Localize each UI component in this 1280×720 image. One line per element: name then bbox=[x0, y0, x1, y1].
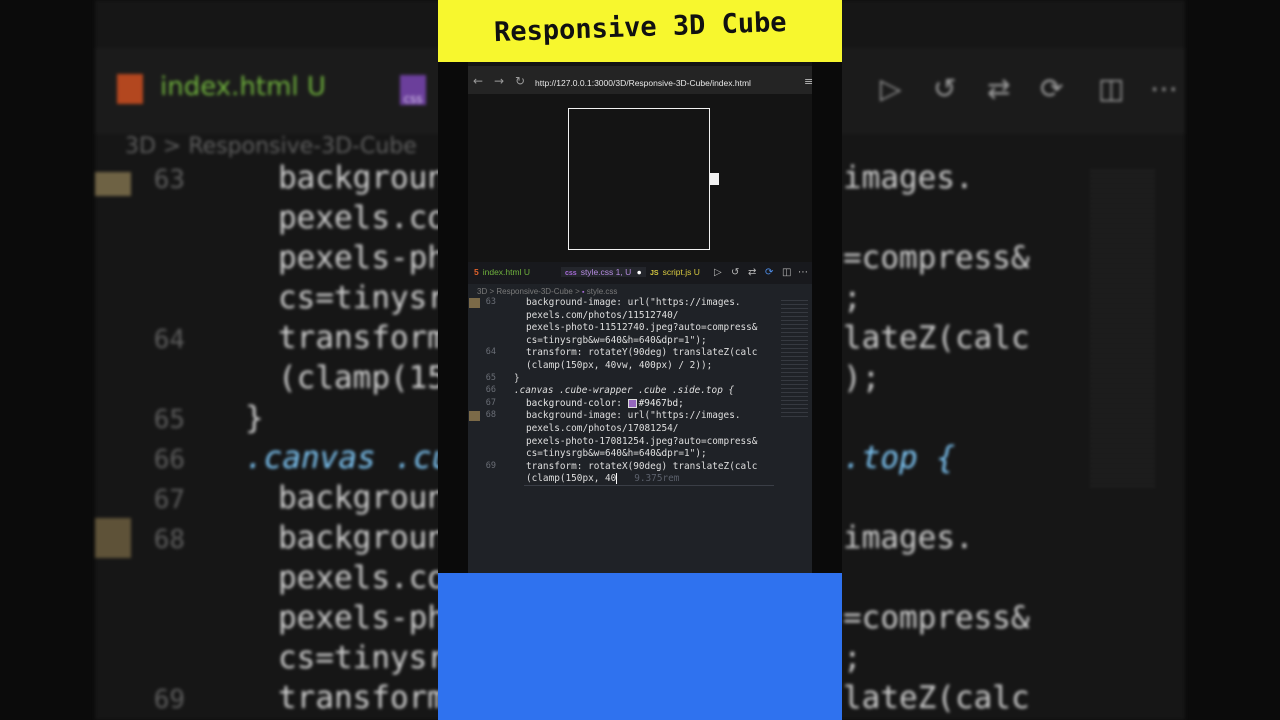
background-code-right: images. bbox=[843, 160, 974, 196]
background-code-line: pexels-ph bbox=[278, 600, 446, 636]
html5-icon: 5 bbox=[474, 267, 479, 277]
git-compare-icon[interactable]: ⇄ bbox=[748, 267, 756, 278]
background-code-line: 66 .canvas .cu bbox=[153, 440, 451, 476]
more-icon: ⋯ bbox=[1150, 72, 1178, 105]
code-editor: 5 index.html U css style.css 1, U ● JS scri… bbox=[468, 262, 812, 573]
background-code-line: 67 backgroun bbox=[153, 480, 446, 516]
unsaved-dot-icon: ● bbox=[636, 267, 642, 277]
bottom-blue-block bbox=[438, 573, 842, 720]
color-swatch[interactable] bbox=[627, 398, 637, 408]
browser-window: ← → ↻ http://127.0.0.1:3000/3D/Responsiv… bbox=[468, 62, 813, 262]
side-spacer bbox=[438, 62, 468, 573]
background-code-line: (clamp(15 bbox=[278, 360, 446, 396]
background-code-line: pexels.co bbox=[278, 200, 446, 236]
sync-icon: ⟳ bbox=[1040, 72, 1064, 105]
history-icon[interactable]: ↺ bbox=[731, 267, 739, 278]
css-icon: ▪ bbox=[582, 289, 585, 296]
tab-label: style.css bbox=[580, 267, 614, 277]
reload-icon[interactable]: ↻ bbox=[515, 74, 525, 88]
breadcrumb-item[interactable]: 3D bbox=[477, 287, 487, 296]
background-breadcrumb: 3D > Responsive-3D-Cube bbox=[125, 134, 417, 159]
background-code-right: ; bbox=[843, 280, 862, 316]
cube-canvas bbox=[568, 108, 710, 250]
html5-icon bbox=[117, 74, 143, 104]
background-code-line: 69 transform bbox=[153, 680, 446, 716]
background-code-line: pexels.co bbox=[278, 560, 446, 596]
tab-style-css[interactable]: css style.css 1, U ● bbox=[561, 267, 646, 277]
background-tab-label: index.html U bbox=[160, 72, 326, 102]
current-line-underline bbox=[524, 483, 774, 486]
background-code-right: images. bbox=[843, 520, 974, 556]
split-editor-icon[interactable]: ◫ bbox=[782, 267, 791, 278]
title-banner: Responsive 3D Cube bbox=[438, 0, 842, 62]
minimap bbox=[781, 300, 808, 420]
side-spacer bbox=[812, 62, 842, 573]
address-bar: ← → ↻ http://127.0.0.1:3000/3D/Responsiv… bbox=[468, 66, 813, 94]
breadcrumb-item[interactable]: Responsive-3D-Cube bbox=[496, 287, 572, 296]
background-code-right: =compress& bbox=[843, 240, 1030, 276]
split-editor-icon: ◫ bbox=[1098, 72, 1125, 105]
more-icon[interactable]: ⋯ bbox=[798, 267, 808, 278]
breadcrumb: 3D > Responsive-3D-Cube > ▪ style.css bbox=[477, 287, 617, 296]
sync-icon[interactable]: ⟳ bbox=[765, 267, 773, 278]
background-code-line: 68 backgroun bbox=[153, 520, 446, 556]
editor-tab-bar: 5 index.html U css style.css 1, U ● JS scri… bbox=[468, 262, 812, 284]
background-code-line: cs=tinysr bbox=[278, 280, 446, 316]
video-title: Responsive 3D Cube bbox=[493, 6, 787, 49]
background-code-line: 63 backgroun bbox=[153, 160, 446, 196]
minimap bbox=[1090, 170, 1155, 490]
chevron-right-icon: > bbox=[575, 287, 580, 296]
play-icon[interactable]: ▷ bbox=[714, 267, 722, 278]
background-code-right: .top { bbox=[843, 440, 955, 476]
background-code-right: lateZ(calc bbox=[843, 680, 1030, 716]
background-code-line: cs=tinysr bbox=[278, 640, 446, 676]
git-compare-icon: ⇄ bbox=[987, 72, 1011, 105]
tab-label: script.js bbox=[662, 267, 692, 277]
arrow-right-icon[interactable]: → bbox=[494, 74, 504, 88]
background-code-right: ); bbox=[843, 360, 881, 396]
css-icon: css bbox=[565, 270, 577, 277]
tab-script-js[interactable]: JS script.js U bbox=[650, 267, 700, 277]
tab-status: U bbox=[523, 267, 530, 277]
background-code-right: lateZ(calc bbox=[843, 320, 1030, 356]
play-icon: ▷ bbox=[880, 72, 902, 105]
tab-status: U bbox=[693, 267, 700, 277]
cube-side-edge bbox=[710, 173, 719, 185]
tab-status: 1, U bbox=[615, 267, 632, 277]
arrow-left-icon[interactable]: ← bbox=[473, 74, 483, 88]
background-code-line: 64 transform bbox=[153, 320, 446, 356]
menu-icon[interactable]: ≡ bbox=[804, 75, 813, 88]
background-code-right: =compress& bbox=[843, 600, 1030, 636]
tab-label: index.html bbox=[482, 267, 522, 277]
background-code-line: pexels-ph bbox=[278, 240, 446, 276]
history-icon: ↺ bbox=[933, 72, 957, 105]
chevron-right-icon: > bbox=[489, 287, 495, 296]
background-code-line: 65} bbox=[153, 400, 264, 436]
breadcrumb-item[interactable]: style.css bbox=[587, 287, 618, 296]
url-text[interactable]: http://127.0.0.1:3000/3D/Responsive-3D-C… bbox=[535, 78, 751, 88]
css-icon: css bbox=[400, 75, 426, 106]
js-icon: JS bbox=[650, 270, 659, 277]
background-code-right: ; bbox=[843, 640, 862, 676]
tab-index-html[interactable]: 5 index.html U bbox=[474, 267, 530, 277]
